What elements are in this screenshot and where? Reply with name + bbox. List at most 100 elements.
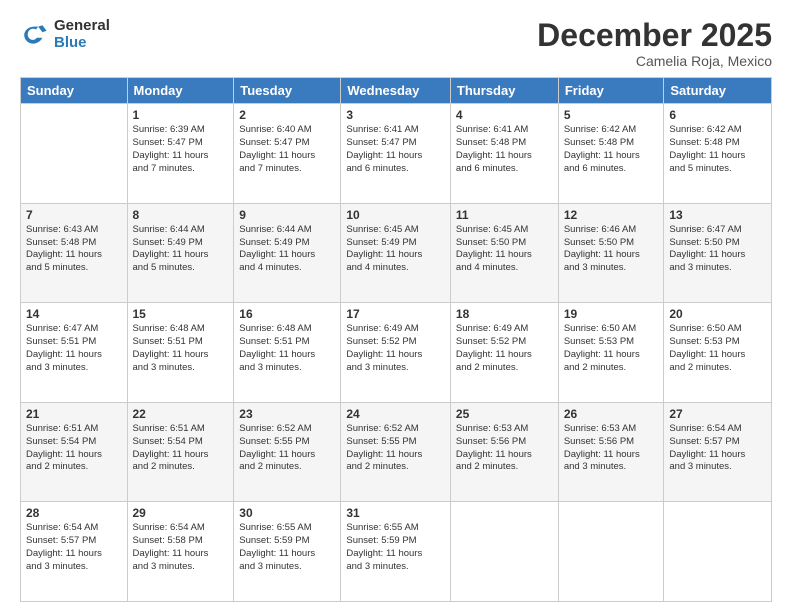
day-cell-w5-d6 (558, 502, 664, 602)
day-number: 17 (346, 307, 445, 321)
day-cell-w2-d1: 7 Sunrise: 6:43 AM Sunset: 5:48 PM Daylig… (21, 203, 128, 303)
day-cell-w4-d4: 24Sunrise: 6:52 AM Sunset: 5:55 PM Dayli… (341, 402, 451, 502)
logo-text: General Blue (54, 18, 110, 51)
col-tuesday: Tuesday (234, 78, 341, 104)
day-cell-w5-d3: 30 Sunrise: 6:55 AM Sunset: 5:59 PM Dayli… (234, 502, 341, 602)
day-info: Sunrise: 6:39 AM Sunset: 5:47 PM Dayligh… (133, 124, 229, 175)
page: General Blue December 2025 Camelia Roja,… (0, 0, 792, 612)
week-row-4: 21 Sunrise: 6:51 AM Sunset: 5:54 PM Dayli… (21, 402, 772, 502)
day-number: 30 (239, 506, 335, 520)
day-number: 2 (239, 108, 335, 122)
day-cell-w2-d2: 8 Sunrise: 6:44 AM Sunset: 5:49 PM Daylig… (127, 203, 234, 303)
day-cell-w3-d6: 19 Sunrise: 6:50 AM Sunset: 5:53 PM Dayli… (558, 303, 664, 403)
day-number: 13 (669, 208, 766, 222)
day-info: Sunrise: 6:54 AM Sunset: 5:57 PM Dayligh… (669, 423, 766, 474)
day-cell-w3-d7: 20Sunrise: 6:50 AM Sunset: 5:53 PM Dayli… (664, 303, 772, 403)
day-info: Sunrise: 6:53 AM Sunset: 5:56 PM Dayligh… (564, 423, 659, 474)
col-monday: Monday (127, 78, 234, 104)
col-saturday: Saturday (664, 78, 772, 104)
day-cell-w1-d7: 6Sunrise: 6:42 AM Sunset: 5:48 PM Daylig… (664, 104, 772, 204)
day-info: Sunrise: 6:41 AM Sunset: 5:48 PM Dayligh… (456, 124, 553, 175)
day-number: 11 (456, 208, 553, 222)
day-number: 3 (346, 108, 445, 122)
title-block: December 2025 Camelia Roja, Mexico (537, 18, 772, 69)
week-row-3: 14Sunrise: 6:47 AM Sunset: 5:51 PM Dayli… (21, 303, 772, 403)
day-cell-w3-d2: 15 Sunrise: 6:48 AM Sunset: 5:51 PM Dayli… (127, 303, 234, 403)
day-number: 1 (133, 108, 229, 122)
logo-blue-text: Blue (54, 35, 110, 52)
day-number: 8 (133, 208, 229, 222)
location-subtitle: Camelia Roja, Mexico (537, 53, 772, 69)
day-number: 25 (456, 407, 553, 421)
day-info: Sunrise: 6:46 AM Sunset: 5:50 PM Dayligh… (564, 224, 659, 275)
day-info: Sunrise: 6:40 AM Sunset: 5:47 PM Dayligh… (239, 124, 335, 175)
day-info: Sunrise: 6:45 AM Sunset: 5:50 PM Dayligh… (456, 224, 553, 275)
day-info: Sunrise: 6:41 AM Sunset: 5:47 PM Dayligh… (346, 124, 445, 175)
day-cell-w2-d6: 12 Sunrise: 6:46 AM Sunset: 5:50 PM Dayli… (558, 203, 664, 303)
day-info: Sunrise: 6:51 AM Sunset: 5:54 PM Dayligh… (26, 423, 122, 474)
day-info: Sunrise: 6:54 AM Sunset: 5:57 PM Dayligh… (26, 522, 122, 573)
day-number: 7 (26, 208, 122, 222)
col-friday: Friday (558, 78, 664, 104)
day-cell-w3-d4: 17 Sunrise: 6:49 AM Sunset: 5:52 PM Dayli… (341, 303, 451, 403)
day-number: 14 (26, 307, 122, 321)
day-number: 4 (456, 108, 553, 122)
day-info: Sunrise: 6:52 AM Sunset: 5:55 PM Dayligh… (239, 423, 335, 474)
day-number: 22 (133, 407, 229, 421)
day-cell-w1-d4: 3 Sunrise: 6:41 AM Sunset: 5:47 PM Daylig… (341, 104, 451, 204)
day-cell-w5-d2: 29Sunrise: 6:54 AM Sunset: 5:58 PM Dayli… (127, 502, 234, 602)
day-info: Sunrise: 6:42 AM Sunset: 5:48 PM Dayligh… (564, 124, 659, 175)
day-number: 12 (564, 208, 659, 222)
day-info: Sunrise: 6:48 AM Sunset: 5:51 PM Dayligh… (239, 323, 335, 374)
day-cell-w4-d5: 25 Sunrise: 6:53 AM Sunset: 5:56 PM Dayli… (450, 402, 558, 502)
day-number: 31 (346, 506, 445, 520)
calendar-table: Sunday Monday Tuesday Wednesday Thursday… (20, 77, 772, 602)
day-info: Sunrise: 6:44 AM Sunset: 5:49 PM Dayligh… (239, 224, 335, 275)
day-cell-w4-d6: 26 Sunrise: 6:53 AM Sunset: 5:56 PM Dayli… (558, 402, 664, 502)
day-info: Sunrise: 6:42 AM Sunset: 5:48 PM Dayligh… (669, 124, 766, 175)
day-number: 19 (564, 307, 659, 321)
day-info: Sunrise: 6:45 AM Sunset: 5:49 PM Dayligh… (346, 224, 445, 275)
day-number: 18 (456, 307, 553, 321)
day-info: Sunrise: 6:43 AM Sunset: 5:48 PM Dayligh… (26, 224, 122, 275)
day-info: Sunrise: 6:44 AM Sunset: 5:49 PM Dayligh… (133, 224, 229, 275)
day-cell-w1-d2: 1 Sunrise: 6:39 AM Sunset: 5:47 PM Daylig… (127, 104, 234, 204)
day-cell-w5-d5 (450, 502, 558, 602)
day-number: 21 (26, 407, 122, 421)
day-info: Sunrise: 6:48 AM Sunset: 5:51 PM Dayligh… (133, 323, 229, 374)
day-cell-w1-d6: 5 Sunrise: 6:42 AM Sunset: 5:48 PM Daylig… (558, 104, 664, 204)
col-sunday: Sunday (21, 78, 128, 104)
header-row: Sunday Monday Tuesday Wednesday Thursday… (21, 78, 772, 104)
day-number: 16 (239, 307, 335, 321)
day-cell-w2-d4: 10Sunrise: 6:45 AM Sunset: 5:49 PM Dayli… (341, 203, 451, 303)
day-number: 20 (669, 307, 766, 321)
day-cell-w5-d4: 31 Sunrise: 6:55 AM Sunset: 5:59 PM Dayli… (341, 502, 451, 602)
day-info: Sunrise: 6:50 AM Sunset: 5:53 PM Dayligh… (564, 323, 659, 374)
header: General Blue December 2025 Camelia Roja,… (20, 18, 772, 69)
day-info: Sunrise: 6:53 AM Sunset: 5:56 PM Dayligh… (456, 423, 553, 474)
day-info: Sunrise: 6:49 AM Sunset: 5:52 PM Dayligh… (346, 323, 445, 374)
day-info: Sunrise: 6:51 AM Sunset: 5:54 PM Dayligh… (133, 423, 229, 474)
day-cell-w1-d5: 4 Sunrise: 6:41 AM Sunset: 5:48 PM Daylig… (450, 104, 558, 204)
day-cell-w2-d5: 11 Sunrise: 6:45 AM Sunset: 5:50 PM Dayli… (450, 203, 558, 303)
day-info: Sunrise: 6:55 AM Sunset: 5:59 PM Dayligh… (346, 522, 445, 573)
week-row-2: 7 Sunrise: 6:43 AM Sunset: 5:48 PM Daylig… (21, 203, 772, 303)
day-number: 26 (564, 407, 659, 421)
logo-general-text: General (54, 18, 110, 35)
month-title: December 2025 (537, 18, 772, 53)
day-number: 23 (239, 407, 335, 421)
calendar-header: Sunday Monday Tuesday Wednesday Thursday… (21, 78, 772, 104)
day-cell-w3-d3: 16 Sunrise: 6:48 AM Sunset: 5:51 PM Dayli… (234, 303, 341, 403)
day-cell-w4-d2: 22 Sunrise: 6:51 AM Sunset: 5:54 PM Dayli… (127, 402, 234, 502)
day-cell-w4-d1: 21 Sunrise: 6:51 AM Sunset: 5:54 PM Dayli… (21, 402, 128, 502)
day-number: 27 (669, 407, 766, 421)
day-info: Sunrise: 6:55 AM Sunset: 5:59 PM Dayligh… (239, 522, 335, 573)
day-cell-w5-d7 (664, 502, 772, 602)
day-number: 24 (346, 407, 445, 421)
col-wednesday: Wednesday (341, 78, 451, 104)
day-info: Sunrise: 6:54 AM Sunset: 5:58 PM Dayligh… (133, 522, 229, 573)
day-cell-w4-d3: 23 Sunrise: 6:52 AM Sunset: 5:55 PM Dayli… (234, 402, 341, 502)
day-cell-w3-d5: 18Sunrise: 6:49 AM Sunset: 5:52 PM Dayli… (450, 303, 558, 403)
day-number: 15 (133, 307, 229, 321)
day-number: 5 (564, 108, 659, 122)
